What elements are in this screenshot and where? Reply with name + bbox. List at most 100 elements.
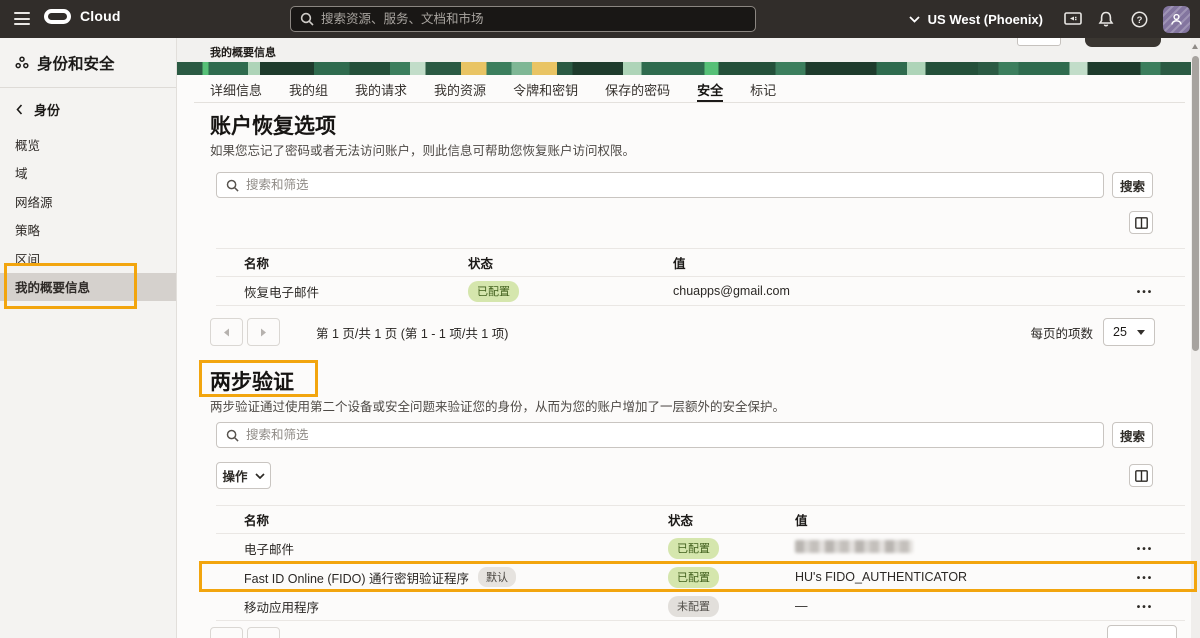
table-header: 名称 状态 值 xyxy=(216,248,1185,277)
region-selector[interactable]: US West (Phoenix) xyxy=(909,12,1043,27)
sidebar-item-network-sources[interactable]: 网络源 xyxy=(0,187,176,216)
prev-page-button[interactable] xyxy=(210,627,243,638)
topbar: Cloud US West (Phoenix) ? xyxy=(0,0,1200,38)
next-page-button[interactable] xyxy=(247,318,280,346)
next-page-button[interactable] xyxy=(247,627,280,638)
redacted-value xyxy=(795,540,913,553)
twostep-section-description: 两步验证通过使用第二个设备或安全问题来验证您的身份，从而为您的账户增加了一层额外… xyxy=(210,396,785,415)
recovery-column-picker-button[interactable] xyxy=(1129,211,1153,234)
global-search[interactable] xyxy=(290,6,756,32)
tab-my-requests[interactable]: 我的请求 xyxy=(355,80,407,103)
profile-tabs: 详细信息 我的组 我的请求 我的资源 令牌和密钥 保存的密码 安全 标记 xyxy=(210,80,776,103)
column-header-value[interactable]: 值 xyxy=(795,510,1105,529)
notifications-icon[interactable] xyxy=(1097,10,1115,28)
chevron-left-icon xyxy=(16,104,23,115)
sidebar-item-label: 策略 xyxy=(15,220,40,239)
twostep-filter-field[interactable] xyxy=(216,422,1104,448)
status-badge: 已配置 xyxy=(668,538,719,559)
twostep-search-button[interactable]: 搜索 xyxy=(1112,422,1153,448)
tab-security[interactable]: 安全 xyxy=(697,80,723,103)
sidebar-item-overview[interactable]: 概览 xyxy=(0,130,176,159)
sidebar-item-domains[interactable]: 域 xyxy=(0,159,176,188)
sidebar-item-compartments[interactable]: 区间 xyxy=(0,244,176,273)
row-name: 恢复电子邮件 xyxy=(244,282,468,301)
decorative-banner xyxy=(177,62,1191,75)
svg-text:?: ? xyxy=(1136,15,1142,26)
sidebar-item-label: 概览 xyxy=(15,135,40,154)
topbar-right: US West (Phoenix) ? xyxy=(909,0,1190,38)
tab-my-groups[interactable]: 我的组 xyxy=(289,80,328,103)
global-search-input[interactable] xyxy=(321,12,746,26)
search-icon xyxy=(226,429,239,442)
region-label: US West (Phoenix) xyxy=(928,12,1043,27)
row-actions-button[interactable]: ••• xyxy=(1137,544,1154,555)
row-actions-button[interactable]: ••• xyxy=(1137,573,1154,584)
recovery-section-title: 账户恢复选项 xyxy=(210,110,336,140)
row-actions-button[interactable]: ••• xyxy=(1137,287,1154,298)
column-header-name[interactable]: 名称 xyxy=(244,510,668,529)
column-header-status[interactable]: 状态 xyxy=(468,253,673,272)
sidebar-item-label: 网络源 xyxy=(15,192,53,211)
row-value: — xyxy=(795,599,1105,613)
announcements-icon[interactable] xyxy=(1064,10,1082,28)
tab-my-resources[interactable]: 我的资源 xyxy=(434,80,486,103)
per-page-value: 25 xyxy=(1113,325,1127,339)
oracle-logo-icon xyxy=(44,9,71,24)
recovery-section-description: 如果您忘记了密码或者无法访问账户，则此信息可帮助您恢复账户访问权限。 xyxy=(210,140,635,159)
sidebar-section-label: 身份 xyxy=(34,100,60,119)
help-icon[interactable]: ? xyxy=(1130,10,1148,28)
menu-icon[interactable] xyxy=(14,12,30,25)
per-page-select[interactable]: 25 xyxy=(1103,318,1155,346)
recovery-table: 名称 状态 值 恢复电子邮件 已配置 chuapps@gmail.com ••• xyxy=(216,248,1185,306)
column-header-name[interactable]: 名称 xyxy=(244,253,468,272)
column-header-status[interactable]: 状态 xyxy=(668,510,795,529)
twostep-section-title: 两步验证 xyxy=(210,366,294,396)
row-name: Fast ID Online (FIDO) 通行密钥验证程序 xyxy=(244,568,469,587)
row-value: HU's FIDO_AUTHENTICATOR xyxy=(795,570,1105,584)
status-badge: 已配置 xyxy=(668,567,719,588)
vertical-scrollbar[interactable] xyxy=(1191,38,1200,638)
tab-tokens-keys[interactable]: 令牌和密钥 xyxy=(513,80,578,103)
twostep-filter-input[interactable] xyxy=(246,428,1094,442)
per-page-select-partial[interactable] xyxy=(1107,625,1177,638)
sidebar: 身份和安全 身份 概览 域 网络源 策略 区间 我的概要信息 xyxy=(0,38,177,638)
recovery-filter-field[interactable] xyxy=(216,172,1104,198)
tab-tags[interactable]: 标记 xyxy=(750,80,776,103)
divider xyxy=(194,102,1185,103)
twostep-column-picker-button[interactable] xyxy=(1129,464,1153,487)
sidebar-back-identity[interactable]: 身份 xyxy=(0,88,176,130)
table-row: 恢复电子邮件 已配置 chuapps@gmail.com ••• xyxy=(216,277,1185,306)
scrollbar-thumb[interactable] xyxy=(1192,56,1199,351)
table-header: 名称 状态 值 xyxy=(216,505,1185,534)
actions-label: 操作 xyxy=(222,466,247,485)
default-badge: 默认 xyxy=(478,567,516,587)
recovery-filter-input[interactable] xyxy=(246,178,1094,192)
scroll-up-arrow-icon[interactable] xyxy=(1192,44,1198,49)
oracle-cloud-console: Cloud US West (Phoenix) ? xyxy=(0,0,1200,638)
table-row-fido: Fast ID Online (FIDO) 通行密钥验证程序 默认 已配置 HU… xyxy=(216,563,1185,592)
profile-menu[interactable] xyxy=(1163,6,1190,33)
prev-page-button[interactable] xyxy=(210,318,243,346)
recovery-search-button[interactable]: 搜索 xyxy=(1112,172,1153,198)
sidebar-item-my-profile[interactable]: 我的概要信息 xyxy=(0,273,176,302)
person-icon xyxy=(1170,13,1183,26)
brand[interactable]: Cloud xyxy=(44,8,121,24)
sidebar-item-policies[interactable]: 策略 xyxy=(0,216,176,245)
search-icon xyxy=(300,12,314,26)
twostep-table: 名称 状态 值 电子邮件 已配置 ••• Fast ID Online (FID… xyxy=(216,505,1185,621)
row-value: chuapps@gmail.com xyxy=(673,284,1105,298)
tab-saved-passwords[interactable]: 保存的密码 xyxy=(605,80,670,103)
per-page-label: 每页的项数 xyxy=(1030,323,1093,342)
recovery-filter-row: 搜索 xyxy=(216,172,1153,198)
sidebar-item-label: 区间 xyxy=(15,249,40,268)
twostep-filter-row: 搜索 xyxy=(216,422,1153,448)
actions-menu-button[interactable]: 操作 xyxy=(216,462,271,489)
column-header-value[interactable]: 值 xyxy=(673,253,1105,272)
table-row: 移动应用程序 未配置 — ••• xyxy=(216,592,1185,621)
tab-details[interactable]: 详细信息 xyxy=(210,80,262,103)
brand-label: Cloud xyxy=(80,8,121,24)
main-content: 我的概要信息 详细信息 我的组 我的请求 我的资源 令牌和密钥 保存的密码 安全… xyxy=(177,38,1200,638)
status-badge: 已配置 xyxy=(468,281,519,302)
breadcrumb[interactable]: 我的概要信息 xyxy=(210,44,276,60)
row-actions-button[interactable]: ••• xyxy=(1137,602,1154,613)
